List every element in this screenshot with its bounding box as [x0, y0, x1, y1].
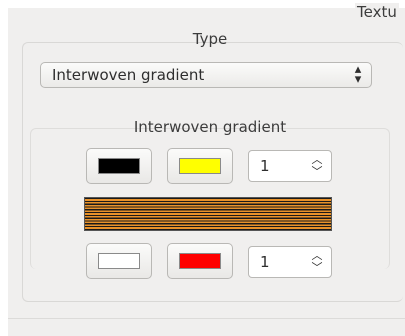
color-button-1[interactable]	[86, 148, 152, 184]
chevron-down-icon[interactable]: ﹀	[310, 262, 324, 274]
color-swatch	[98, 158, 140, 174]
up-down-arrows-icon: ▴ ▾	[354, 62, 362, 87]
gradient-preview	[84, 197, 332, 231]
interwoven-gradient-title: Interwoven gradient	[133, 118, 287, 136]
color-swatch	[179, 253, 221, 269]
color-button-3[interactable]	[86, 243, 152, 279]
count-value: 1	[260, 253, 270, 271]
color-swatch	[179, 158, 221, 174]
count-spinbox-1[interactable]: 1 ︿ ﹀	[248, 150, 332, 182]
type-select-value: Interwoven gradient	[52, 66, 205, 84]
texture-group-label: Textu	[355, 3, 399, 21]
count-spinbox-2[interactable]: 1 ︿ ﹀	[248, 246, 332, 278]
color-button-4[interactable]	[167, 243, 233, 279]
color-swatch	[98, 253, 140, 269]
chevron-down-icon[interactable]: ﹀	[310, 166, 324, 178]
type-select[interactable]: Interwoven gradient ▴ ▾	[40, 62, 372, 88]
color-button-2[interactable]	[167, 148, 233, 184]
type-group-title: Type	[192, 30, 228, 48]
count-value: 1	[260, 157, 270, 175]
divider	[8, 318, 405, 319]
